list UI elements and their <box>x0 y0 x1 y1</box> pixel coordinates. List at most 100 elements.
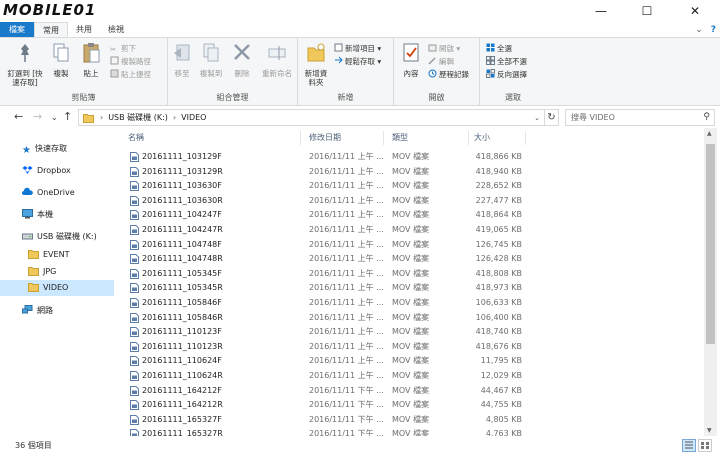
column-header-date[interactable]: 修改日期 <box>309 132 341 143</box>
collapse-ribbon-icon[interactable]: ⌄ <box>695 25 703 35</box>
file-type: MOV 檔案 <box>392 312 430 322</box>
column-separator[interactable] <box>525 131 526 145</box>
history-button[interactable]: 歷程記錄 <box>428 69 469 80</box>
nav-item-network[interactable]: 網路 <box>0 303 114 319</box>
file-row[interactable]: 20161111_103129F 2016/11/11 上午 ... MOV 檔案 4… <box>125 150 525 165</box>
nav-item-onedrive[interactable]: OneDrive <box>0 185 114 201</box>
file-row[interactable]: 20161111_103630R 2016/11/11 上午 ... MOV 檔案 2… <box>125 194 525 209</box>
refresh-button[interactable]: ↻ <box>544 109 559 126</box>
maximize-button[interactable]: ☐ <box>624 0 670 22</box>
file-row[interactable]: 20161111_110624R 2016/11/11 上午 ... MOV 檔案 1… <box>125 369 525 384</box>
paste-shortcut-button[interactable]: 貼上捷徑 <box>110 69 151 80</box>
up-arrow-icon[interactable]: ↑ <box>63 110 72 123</box>
video-file-icon <box>130 429 139 436</box>
back-arrow-icon[interactable]: ← <box>14 110 23 123</box>
file-row[interactable]: 20161111_105846R 2016/11/11 上午 ... MOV 檔案 1… <box>125 311 525 326</box>
file-row[interactable]: 20161111_110123F 2016/11/11 上午 ... MOV 檔案 4… <box>125 325 525 340</box>
nav-item-jpg[interactable]: JPG <box>0 264 114 280</box>
file-row[interactable]: 20161111_110624F 2016/11/11 上午 ... MOV 檔案 1… <box>125 354 525 369</box>
nav-item-this-pc[interactable]: 本機 <box>0 207 114 223</box>
close-button[interactable]: ✕ <box>672 0 718 22</box>
column-separator[interactable] <box>468 131 469 145</box>
nav-item-usb-drive[interactable]: USB 磁碟機 (K:) <box>0 229 114 245</box>
delete-button[interactable]: 刪除 <box>230 42 254 78</box>
video-file-icon <box>130 210 139 221</box>
paste-button[interactable]: 貼上 <box>78 42 104 78</box>
file-row[interactable]: 20161111_164212R 2016/11/11 下午 ... MOV 檔案 4… <box>125 398 525 413</box>
breadcrumb-video[interactable]: VIDEO <box>181 113 206 122</box>
file-row[interactable]: 20161111_164212F 2016/11/11 下午 ... MOV 檔案 4… <box>125 384 525 399</box>
file-row[interactable]: 20161111_104748R 2016/11/11 上午 ... MOV 檔案 1… <box>125 252 525 267</box>
clipboard-group: 釘選到 [快速存取] 複製 貼上 ✂ 剪下 複製路徑 貼上捷徑 剪貼簿 <box>0 38 168 106</box>
ribbon: 釘選到 [快速存取] 複製 貼上 ✂ 剪下 複製路徑 貼上捷徑 剪貼簿 移至 複… <box>0 37 720 106</box>
file-list: 名稱 修改日期 類型 大小 20161111_103129F 2016/11/11… <box>117 128 707 436</box>
file-row[interactable]: 20161111_104748F 2016/11/11 上午 ... MOV 檔案 1… <box>125 238 525 253</box>
copy-icon <box>53 43 69 62</box>
new-folder-button[interactable]: 新增資料夾 <box>302 42 330 87</box>
scroll-up-icon[interactable]: ▲ <box>707 130 712 137</box>
file-size: 126,745 KB <box>475 239 522 249</box>
search-input[interactable]: 搜尋 VIDEO ⚲ <box>565 109 715 126</box>
address-bar[interactable]: › USB 磁碟機 (K:) › VIDEO ⌄ <box>78 109 559 126</box>
nav-item-quick-access[interactable]: ★ 快速存取 <box>0 141 114 157</box>
file-row[interactable]: 20161111_165327R 2016/11/11 下午 ... MOV 檔案 4… <box>125 427 525 436</box>
file-name: 20161111_104247F <box>142 210 222 220</box>
column-separator[interactable] <box>300 131 301 145</box>
pin-icon <box>21 44 29 62</box>
pin-quick-access-button[interactable]: 釘選到 [快速存取] <box>6 42 44 87</box>
tab-share[interactable]: 共用 <box>68 22 100 37</box>
details-view-button[interactable] <box>682 439 696 452</box>
file-row[interactable]: 20161111_165327F 2016/11/11 下午 ... MOV 檔案 4… <box>125 413 525 428</box>
file-row[interactable]: 20161111_103630F 2016/11/11 上午 ... MOV 檔案 2… <box>125 179 525 194</box>
tab-view[interactable]: 檢視 <box>100 22 132 37</box>
nav-item-dropbox[interactable]: Dropbox <box>0 163 114 179</box>
open-button[interactable]: 開啟 ▾ <box>428 43 460 54</box>
nav-item-event[interactable]: EVENT <box>0 247 114 263</box>
select-none-button[interactable]: 全部不選 <box>486 56 527 67</box>
copy-path-button[interactable]: 複製路徑 <box>110 56 151 67</box>
recent-locations-icon[interactable]: ⌄ <box>51 113 58 122</box>
invert-selection-button[interactable]: 反向選擇 <box>486 69 527 80</box>
file-row[interactable]: 20161111_105345F 2016/11/11 上午 ... MOV 檔案 4… <box>125 267 525 282</box>
nav-item-video[interactable]: VIDEO <box>0 280 114 296</box>
file-size: 106,633 KB <box>475 298 522 307</box>
file-row[interactable]: 20161111_104247F 2016/11/11 上午 ... MOV 檔案 4… <box>125 208 525 223</box>
file-row[interactable]: 20161111_103129R 2016/11/11 上午 ... MOV 檔案 4… <box>125 165 525 180</box>
large-icons-view-button[interactable] <box>698 439 712 452</box>
file-date: 2016/11/11 上午 ... <box>309 327 384 337</box>
ribbon-tools: ⌄ ? <box>695 22 716 37</box>
column-header-name[interactable]: 名稱 <box>128 132 144 143</box>
address-dropdown-icon[interactable]: ⌄ <box>534 114 540 122</box>
new-item-button[interactable]: 新增項目 ▾ <box>334 43 381 54</box>
easy-access-button[interactable]: 輕鬆存取 ▾ <box>334 56 381 67</box>
minimize-button[interactable]: — <box>578 0 624 22</box>
file-size: 126,428 KB <box>475 254 522 264</box>
column-separator[interactable] <box>383 131 384 145</box>
move-to-button[interactable]: 移至 <box>170 42 194 78</box>
video-file-icon <box>130 181 139 192</box>
properties-button[interactable]: 內容 <box>398 42 424 78</box>
copy-to-button[interactable]: 複製到 <box>196 42 226 78</box>
file-row[interactable]: 20161111_104247R 2016/11/11 上午 ... MOV 檔案 4… <box>125 223 525 238</box>
vertical-scrollbar[interactable]: ▲ ▼ <box>704 128 717 436</box>
item-count: 36 個項目 <box>15 441 52 450</box>
forward-arrow-icon[interactable]: → <box>33 110 42 123</box>
rename-button[interactable]: 重新命名 <box>258 42 296 78</box>
column-header-size[interactable]: 大小 <box>474 132 490 143</box>
tab-home[interactable]: 常用 <box>34 22 68 37</box>
copy-button[interactable]: 複製 <box>48 42 74 78</box>
breadcrumb-drive[interactable]: USB 磁碟機 (K:) <box>108 112 168 123</box>
cut-button[interactable]: ✂ 剪下 <box>110 43 136 54</box>
scrollbar-thumb[interactable] <box>706 144 715 344</box>
scroll-down-icon[interactable]: ▼ <box>707 427 712 434</box>
file-row[interactable]: 20161111_105345R 2016/11/11 上午 ... MOV 檔案 4… <box>125 281 525 296</box>
select-all-button[interactable]: 全選 <box>486 43 512 54</box>
column-header-type[interactable]: 類型 <box>392 132 408 143</box>
file-date: 2016/11/11 下午 ... <box>309 400 384 410</box>
breadcrumb-separator-icon: › <box>100 113 104 122</box>
file-row[interactable]: 20161111_105846F 2016/11/11 上午 ... MOV 檔案 1… <box>125 296 525 311</box>
file-row[interactable]: 20161111_110123R 2016/11/11 上午 ... MOV 檔案 4… <box>125 340 525 355</box>
edit-button[interactable]: 編輯 <box>428 56 454 67</box>
help-icon[interactable]: ? <box>711 25 716 35</box>
tab-file[interactable]: 檔案 <box>0 22 34 37</box>
